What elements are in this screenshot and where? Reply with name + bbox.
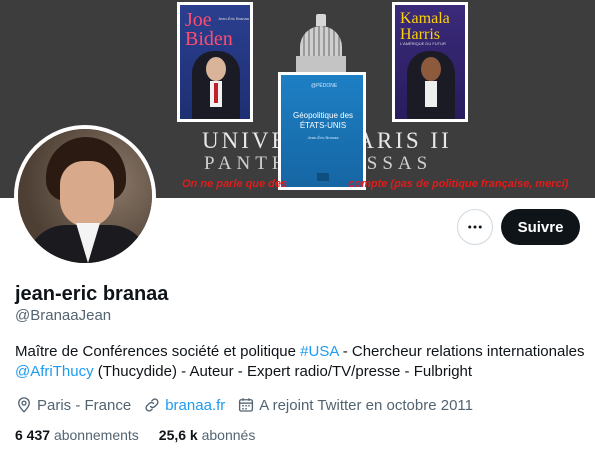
book-cover-geopolitique: @PÉDONE Géopolitique des ÉTATS-UNIS Jean… (278, 72, 366, 190)
follow-button[interactable]: Suivre (501, 209, 580, 245)
website-item: branaa.fr (143, 396, 225, 414)
profile-meta-row: Paris - France branaa.fr A rejoint Twitt… (15, 395, 485, 415)
banner-note: On ne parle que des compte (pas de polit… (182, 178, 569, 190)
book-biden-portrait (192, 51, 240, 119)
book-cover-biden: Joe Biden Jean-Éric Branaa (177, 2, 253, 122)
book-harris-subtitle: L'AMÉRIQUE DU FUTUR (400, 41, 446, 46)
book-geo-title: Géopolitique des ÉTATS-UNIS (292, 111, 354, 130)
avatar[interactable] (14, 125, 156, 267)
book-harris-portrait (407, 51, 455, 119)
bio-text-2: - Chercheur relations internationales (338, 343, 585, 360)
book-biden-title-line2: Biden (185, 28, 233, 50)
followers-label: abonnés (201, 427, 256, 443)
profile-bio: Maître de Conférences société et politiq… (15, 342, 585, 382)
followers-stat[interactable]: 25,6 k abonnés (159, 427, 256, 443)
bio-text-3: (Thucydide) - Auteur - Expert radio/TV/p… (93, 363, 473, 380)
calendar-icon (239, 398, 254, 412)
more-options-button[interactable] (457, 209, 493, 245)
user-handle: @BranaaJean (15, 307, 112, 324)
joined-text: A rejoint Twitter en octobre 2011 (259, 396, 473, 414)
follow-stats: 6 437 abonnements 25,6 k abonnés (15, 427, 275, 443)
location-pin-icon (18, 397, 30, 413)
book-biden-author: Jean-Éric Branaa (218, 16, 249, 21)
bio-text-1: Maître de Conférences société et politiq… (15, 343, 301, 360)
book-geo-author: Jean-Éric Branaa (307, 135, 339, 140)
book-harris-title-line1: Kamala (400, 10, 450, 27)
book-harris-title: Kamala Harris (400, 11, 450, 43)
book-geo-publisher: @PÉDONE (311, 83, 338, 89)
bio-hashtag-link[interactable]: #USA (300, 343, 338, 360)
following-stat[interactable]: 6 437 abonnements (15, 427, 139, 443)
followers-count: 25,6 k (158, 427, 198, 443)
more-horizontal-icon (468, 225, 482, 229)
link-icon (145, 398, 159, 412)
pantheon-dome-graphic (296, 14, 346, 72)
following-count: 6 437 (15, 427, 51, 443)
joined-item: A rejoint Twitter en octobre 2011 (237, 396, 473, 414)
display-name: jean-eric branaa (15, 283, 169, 305)
bio-mention-link[interactable]: @AfriThucy (15, 363, 94, 380)
location-item: Paris - France (15, 396, 131, 414)
website-link[interactable]: branaa.fr (165, 397, 225, 414)
following-label: abonnements (53, 427, 139, 443)
location-text: Paris - France (37, 396, 132, 414)
book-cover-harris: Kamala Harris L'AMÉRIQUE DU FUTUR (392, 2, 468, 122)
